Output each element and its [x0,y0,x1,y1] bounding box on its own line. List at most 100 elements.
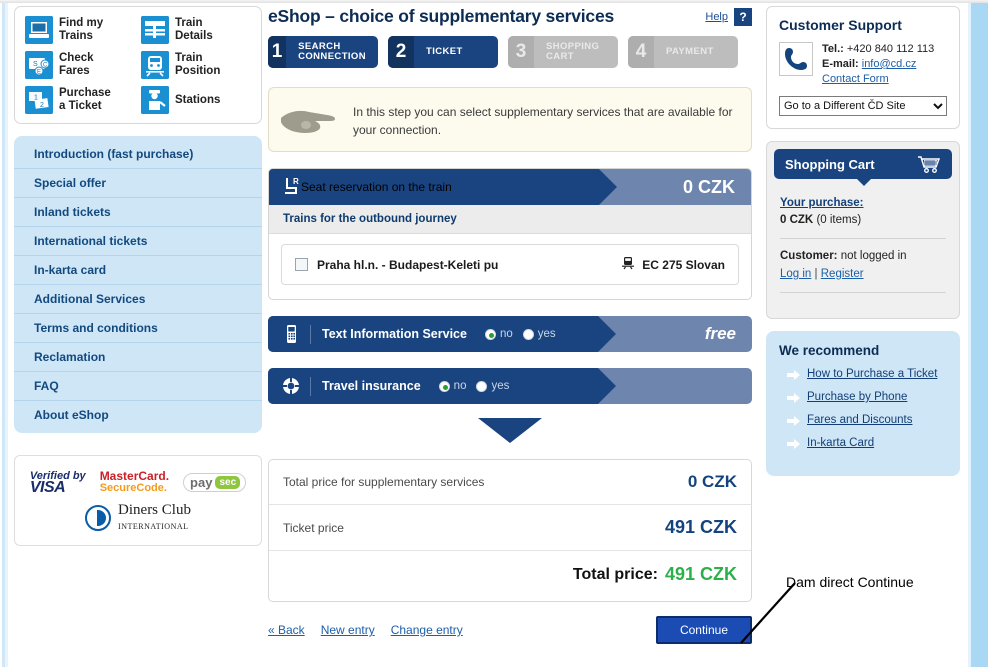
sidebar-nav: Introduction (fast purchase) Special off… [14,136,262,433]
securecode-label: SecureCode. [99,482,167,494]
total-price-label: Total price: [572,565,658,583]
new-entry-link[interactable]: New entry [321,623,375,637]
sidebar-item-inland-tickets[interactable]: Inland tickets [14,198,262,227]
cart-amount: 0 CZK (0 items) [780,214,946,226]
step-number: 2 [388,36,414,68]
sidebar-item-terms-and-conditions[interactable]: Terms and conditions [14,314,262,343]
money-icon: S C E [25,51,53,79]
change-entry-link[interactable]: Change entry [391,623,463,637]
svg-text:E: E [37,70,41,76]
bottom-navigation: « Back New entry Change entry Continue [268,616,752,644]
step-indicator: 1 SEARCH CONNECTION 2 TICKET 3 SHOPPING … [268,36,752,68]
cart-divider-bottom [780,292,946,293]
sidebar-item-introduction[interactable]: Introduction (fast purchase) [14,140,262,169]
recommend-item-in-karta-card[interactable]: In-karta Card [787,437,947,449]
quick-links-grid: Find my Trains Train Details S C E Check… [25,16,253,114]
option-yes-label: yes [537,328,556,340]
summary-row-total: Total price: 491 CZK [269,551,751,601]
step-2-ticket[interactable]: 2 TICKET [388,36,498,68]
option-yes[interactable]: yes [476,380,509,392]
recommend-item-fares-and-discounts[interactable]: Fares and Discounts [787,414,947,426]
seat-train-info: EC 275 Slovan [621,256,725,273]
back-link[interactable]: « Back [268,623,305,637]
option-no[interactable]: no [484,328,513,340]
service-divider [310,376,311,396]
recommend-link[interactable]: Purchase by Phone [807,391,907,403]
customer-support-details: Tel.: +420 840 112 113 E-mail: info@cd.c… [822,42,934,87]
seat-reservation-price: 0 CZK [682,176,735,197]
help-question-icon[interactable]: ? [734,8,752,26]
mastercard-label: MasterCard. [99,469,170,483]
summary-label: Ticket price [283,520,344,535]
log-in-link[interactable]: Log in [780,268,811,280]
phone-icon [779,42,813,76]
quick-link-stations[interactable]: Stations [141,86,253,114]
sidebar-item-international-tickets[interactable]: International tickets [14,227,262,256]
recommend-link[interactable]: Fares and Discounts [807,414,912,426]
mastercard-securecode-logo: MasterCard. SecureCode. [100,470,169,494]
quick-link-train-details[interactable]: Train Details [141,16,253,44]
step-label: SEARCH CONNECTION [298,40,366,62]
step-3-shopping-cart[interactable]: 3 SHOPPING CART [508,36,618,68]
your-purchase-link[interactable]: Your purchase: [780,197,864,209]
recommend-link[interactable]: In-karta Card [807,437,874,449]
sidebar-item-special-offer[interactable]: Special offer [14,169,262,198]
price-summary: Total price for supplementary services 0… [268,459,752,602]
customer-label: Customer: [780,250,838,262]
quick-link-train-position[interactable]: Train Position [141,51,253,79]
auth-links: Log in | Register [780,268,946,280]
continue-button[interactable]: Continue [655,616,752,644]
quick-link-find-my-trains[interactable]: Find my Trains [25,16,137,44]
recommend-link[interactable]: How to Purchase a Ticket [807,368,937,380]
shopping-cart-icon [917,155,941,173]
service-travel-insurance: Travel insurance no yes [268,368,752,404]
step-1-search-connection[interactable]: 1 SEARCH CONNECTION [268,36,378,68]
info-banner-text: In this step you can select supplementar… [353,105,733,137]
sidebar-item-additional-services[interactable]: Additional Services [14,285,262,314]
main-content: eShop – choice of supplementary services… [268,2,752,644]
quick-link-purchase-a-ticket[interactable]: 1 2 Purchase a Ticket [25,86,137,114]
seat-reservation-body: Praha hl.n. - Budapest-Keleti pu EC 275 … [269,234,751,299]
sidebar-item-in-karta-card[interactable]: In-karta card [14,256,262,285]
paysec-pay: pay [190,474,213,490]
seat-reservation-row[interactable]: Praha hl.n. - Budapest-Keleti pu EC 275 … [281,244,739,285]
radio-yes[interactable] [476,380,488,392]
radio-no[interactable] [438,380,450,392]
diners-club-logo: Diners Club INTERNATIONAL [25,503,251,533]
cart-amount-value: 0 CZK [780,214,814,226]
page-title: eShop – choice of supplementary services [268,6,615,26]
seat-reservation-header: R Seat reservation on the train 0 CZK [269,169,751,205]
paysec-sec: sec [215,475,241,489]
radio-no[interactable] [484,328,496,340]
seat-reservation-panel: R Seat reservation on the train 0 CZK Tr… [268,168,752,300]
email-link[interactable]: info@cd.cz [862,58,917,70]
option-yes[interactable]: yes [522,328,556,340]
service-text-information-service: Text Information Service no yes free [268,316,752,352]
sidebar-item-faq[interactable]: FAQ [14,372,262,401]
service-options: no yes [438,380,509,392]
cd-site-select[interactable]: Go to a Different ČD Site [779,96,947,116]
train-details-icon [141,16,169,44]
option-no[interactable]: no [438,380,466,392]
laptop-icon [25,16,53,44]
quick-link-check-fares[interactable]: S C E Check Fares [25,51,137,79]
customer-value: not logged in [840,250,907,262]
seat-reservation-checkbox[interactable] [295,258,308,271]
sidebar-item-about-eshop[interactable]: About eShop [14,401,262,429]
contact-form-link[interactable]: Contact Form [822,73,889,85]
summary-value: 491 CZK [664,517,737,537]
seat-reservation-subtitle: Trains for the outbound journey [269,205,751,234]
register-link[interactable]: Register [821,268,864,280]
radio-yes[interactable] [522,328,534,340]
summary-label: Total price for supplementary services [283,475,485,489]
svg-text:2: 2 [40,102,44,109]
step-4-payment[interactable]: 4 PAYMENT [628,36,738,68]
sidebar-item-reclamation[interactable]: Reclamation [14,343,262,372]
quick-links-panel: Find my Trains Train Details S C E Check… [14,6,262,124]
lifebuoy-icon [282,376,300,396]
recommend-item-how-to-purchase[interactable]: How to Purchase a Ticket [787,368,947,380]
right-column: Customer Support Tel.: +420 840 112 113 … [766,6,960,476]
quick-link-label: Stations [175,93,221,106]
recommend-item-purchase-by-phone[interactable]: Purchase by Phone [787,391,947,403]
help-link[interactable]: Help [705,11,728,23]
